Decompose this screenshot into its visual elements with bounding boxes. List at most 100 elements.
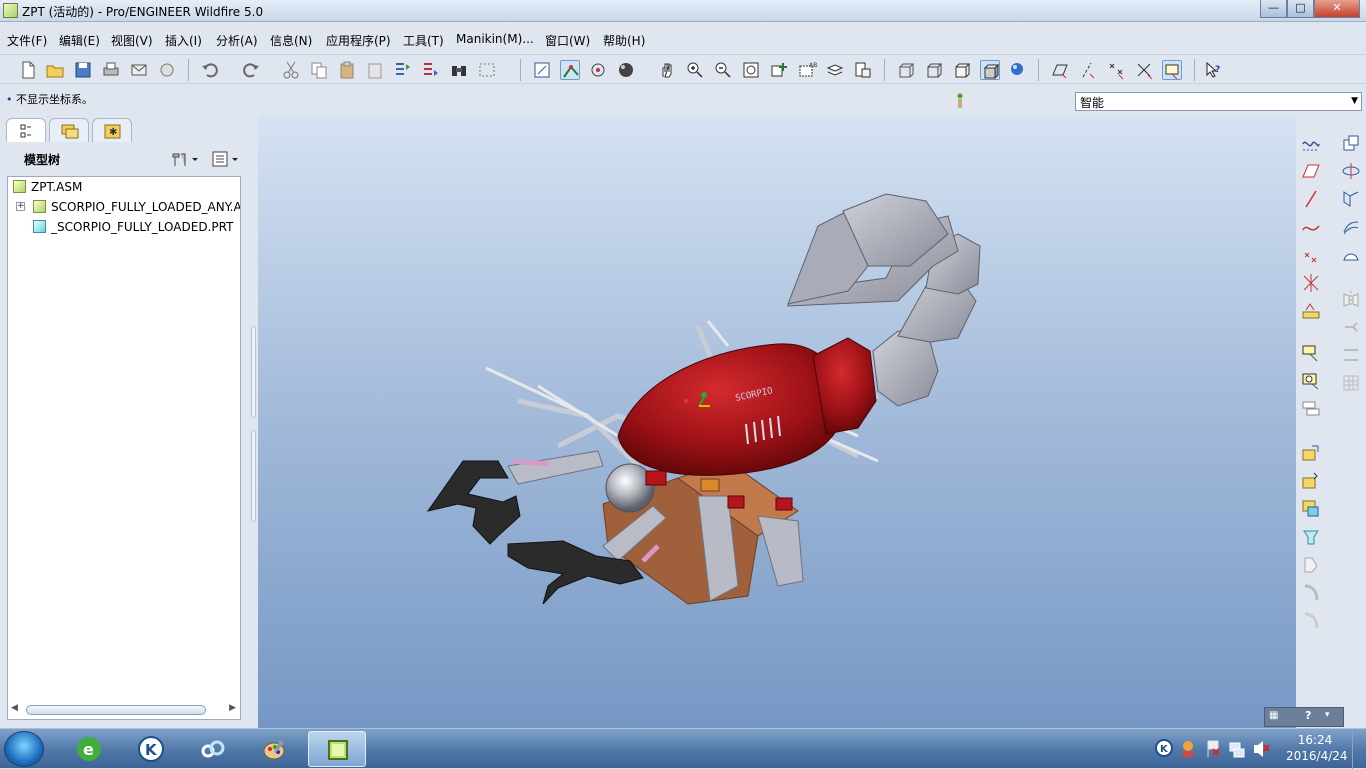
tab-model-tree[interactable]	[6, 118, 46, 142]
menu-analysis[interactable]: 分析(A)	[216, 32, 258, 49]
cut-icon[interactable]	[281, 60, 301, 80]
menu-info[interactable]: 信息(N)	[270, 32, 312, 49]
wireframe-icon[interactable]	[896, 60, 916, 80]
coordinate-systems-icon[interactable]	[1134, 60, 1154, 80]
tab-folder-browser[interactable]	[49, 118, 89, 142]
menu-window[interactable]: 窗口(W)	[545, 32, 590, 49]
tree-settings-icon[interactable]	[170, 150, 202, 168]
menu-applications[interactable]: 应用程序(P)	[326, 32, 391, 49]
selection-filter-dropdown[interactable]: 智能 ▼	[1075, 92, 1362, 111]
maximize-button[interactable]: □	[1287, 0, 1314, 18]
sketch-tools-icon[interactable]	[1300, 132, 1322, 154]
point-icon[interactable]	[1300, 244, 1322, 266]
print-icon[interactable]	[101, 60, 121, 80]
shell-icon[interactable]	[1300, 398, 1322, 420]
tree-row-subassembly[interactable]: + SCORPIO_FULLY_LOADED_ANY.A	[8, 198, 240, 216]
menu-insert[interactable]: 插入(I)	[165, 32, 202, 49]
analysis-feature-icon[interactable]	[1300, 300, 1322, 322]
revolve-icon[interactable]	[1340, 160, 1362, 182]
draft-icon[interactable]	[1300, 526, 1322, 548]
shading-sphere-icon[interactable]	[616, 60, 636, 80]
taskbar-app-browser[interactable]: e	[60, 731, 118, 767]
zoom-out-icon[interactable]	[713, 60, 733, 80]
taskbar-app-proe[interactable]	[308, 731, 366, 767]
scroll-thumb[interactable]	[26, 705, 206, 715]
placement-icon[interactable]	[1300, 342, 1322, 364]
hidden-line-icon[interactable]	[924, 60, 944, 80]
mirror-icon[interactable]	[1340, 288, 1362, 310]
scorpion-model[interactable]: SCORPIO	[258, 116, 1296, 728]
sweep-icon[interactable]	[1340, 188, 1362, 210]
datum-axes-icon[interactable]	[1078, 60, 1098, 80]
saved-views-icon[interactable]: AB	[797, 60, 817, 80]
menu-edit[interactable]: 编辑(E)	[59, 32, 100, 49]
minimize-button[interactable]: —	[1260, 0, 1287, 18]
context-help-icon[interactable]: ?	[1204, 60, 1224, 80]
round-icon[interactable]	[1300, 554, 1322, 576]
regen-manager-icon[interactable]	[421, 60, 441, 80]
graphics-window[interactable]: SCORPIO	[258, 116, 1296, 728]
help-icon[interactable]: ?	[1305, 709, 1311, 722]
keyboard-icon[interactable]: ▦	[1269, 710, 1278, 721]
blend-icon[interactable]	[1340, 216, 1362, 238]
redo-icon[interactable]	[241, 60, 261, 80]
tree-row-root[interactable]: ZPT.ASM	[8, 178, 240, 196]
open-folder-icon[interactable]	[45, 60, 65, 80]
send-mail-icon[interactable]	[129, 60, 149, 80]
revolve-feature-icon[interactable]	[1300, 470, 1322, 492]
boundary-blend-icon[interactable]	[1340, 244, 1362, 266]
select-box-icon[interactable]	[477, 60, 497, 80]
language-bar[interactable]: ▦ ? ▾	[1264, 707, 1344, 727]
paste-special-icon[interactable]	[365, 60, 385, 80]
refit-icon[interactable]	[532, 60, 552, 80]
pan-hand-icon[interactable]	[657, 60, 677, 80]
spin-center-icon[interactable]	[588, 60, 608, 80]
zoom-fit-icon[interactable]	[741, 60, 761, 80]
menu-file[interactable]: 文件(F)	[7, 32, 47, 49]
taskbar-app-paint[interactable]	[246, 731, 304, 767]
reorient-icon[interactable]	[769, 60, 789, 80]
tree-row-part[interactable]: _SCORPIO_FULLY_LOADED.PRT	[8, 218, 240, 236]
new-file-icon[interactable]	[18, 60, 38, 80]
axis-icon[interactable]	[1300, 188, 1322, 210]
datum-points-icon[interactable]	[1106, 60, 1126, 80]
regenerate-icon[interactable]	[393, 60, 413, 80]
plane-icon[interactable]	[1300, 160, 1322, 182]
clock[interactable]: 16:24 2016/4/24	[1286, 732, 1348, 764]
show-desktop-button[interactable]	[1352, 729, 1366, 769]
hole-icon[interactable]	[1300, 370, 1322, 392]
expand-icon[interactable]: +	[16, 202, 25, 211]
start-button[interactable]	[4, 731, 44, 767]
menu-manikin[interactable]: Manikin(M)...	[456, 32, 534, 46]
scroll-right-icon[interactable]: ▶	[229, 703, 236, 713]
tab-favorites[interactable]: ✱	[92, 118, 132, 142]
navigator-splitter[interactable]	[249, 120, 258, 728]
menu-view[interactable]: 视图(V)	[111, 32, 153, 49]
rib-icon[interactable]	[1300, 498, 1322, 520]
copy-icon[interactable]	[309, 60, 329, 80]
paste-icon[interactable]	[337, 60, 357, 80]
show-menu-icon[interactable]	[210, 150, 242, 168]
curve-icon[interactable]	[1300, 216, 1322, 238]
send-link-icon[interactable]	[157, 60, 177, 80]
view-manager-icon[interactable]	[853, 60, 873, 80]
csys-icon[interactable]	[1300, 272, 1322, 294]
datum-plane-tool-icon[interactable]	[1340, 132, 1362, 154]
tree-horizontal-scrollbar[interactable]: ◀ ▶	[8, 702, 240, 718]
chamfer-icon[interactable]	[1300, 582, 1322, 604]
zoom-in-icon[interactable]	[685, 60, 705, 80]
options-icon[interactable]: ▾	[1325, 710, 1330, 720]
no-hidden-icon[interactable]	[952, 60, 972, 80]
undo-icon[interactable]	[200, 60, 220, 80]
taskbar-app-cloud[interactable]	[184, 731, 242, 767]
find-binoculars-icon[interactable]	[449, 60, 469, 80]
merge-icon[interactable]	[1340, 316, 1362, 338]
datum-planes-icon[interactable]	[1050, 60, 1070, 80]
layers-icon[interactable]	[825, 60, 845, 80]
shading-icon[interactable]	[980, 60, 1000, 80]
trim-icon[interactable]	[1340, 344, 1362, 366]
edge-round-icon[interactable]	[1300, 610, 1322, 632]
extrude-icon[interactable]	[1300, 442, 1322, 464]
taskbar-app-k[interactable]: K	[122, 731, 180, 767]
scroll-left-icon[interactable]: ◀	[11, 703, 18, 713]
